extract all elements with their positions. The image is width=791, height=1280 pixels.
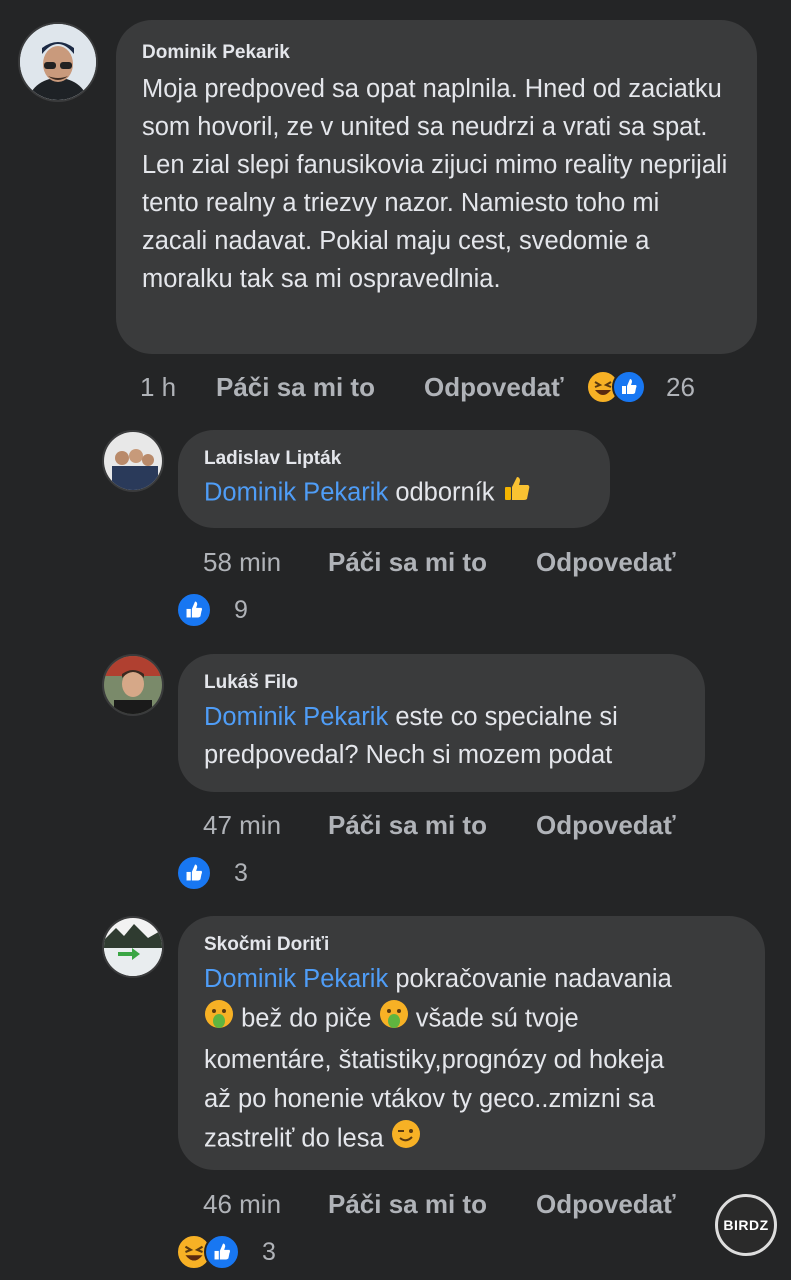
avatar-dominik-pekarik[interactable] [18, 22, 98, 102]
reply-button[interactable]: Odpovedať [424, 372, 586, 403]
reaction-count: 3 [234, 858, 248, 887]
comment-actions: 1 h Páči sa mi to Odpovedať 26 [140, 370, 695, 404]
comment-text: Moja predpoved sa opat naplnila. Hned od… [142, 75, 728, 293]
comment-bubble: Lukáš Filo Dominik Pekarik este co speci… [178, 654, 705, 792]
reaction-count: 9 [234, 595, 248, 624]
comment-body: predpovedal? Nech si mozem podat [204, 741, 613, 769]
comment-author[interactable]: Skočmi Doriťi [204, 934, 739, 956]
comment-time: 46 min [203, 1188, 282, 1219]
comment-actions: 47 min Páči sa mi to Odpovedať [203, 809, 676, 841]
comment-body: pokračovanie nadavania [395, 965, 672, 993]
comment-actions: 58 min Páči sa mi to Odpovedať [203, 546, 676, 578]
reactions[interactable]: 9 [176, 592, 248, 628]
like-button[interactable]: Páči sa mi to [216, 372, 424, 403]
comment-text: Dominik Pekarik este co specialne si pre… [204, 698, 679, 774]
avatar-ladislav-liptak[interactable] [102, 430, 164, 492]
reply-button[interactable]: Odpovedať [536, 1189, 676, 1220]
vomiting-face-emoji-icon [379, 999, 409, 1041]
profile-photo-icon [104, 918, 162, 976]
profile-photo-icon [20, 24, 96, 100]
comment-time: 1 h [140, 371, 177, 402]
comment-body: odborník [395, 478, 495, 507]
reactions[interactable]: 3 [176, 855, 248, 891]
comment-time: 58 min [203, 546, 282, 577]
winking-face-emoji-icon [391, 1119, 421, 1161]
watermark-logo: BIRDZ [715, 1194, 777, 1256]
reply-button[interactable]: Odpovedať [536, 810, 676, 841]
like-reaction-icon [612, 370, 646, 404]
comment-author[interactable]: Dominik Pekarik [142, 42, 731, 64]
profile-photo-icon [104, 656, 162, 714]
avatar-lukas-filo[interactable] [102, 654, 164, 716]
comment-actions: 46 min Páči sa mi to Odpovedať [203, 1188, 676, 1220]
reactions[interactable]: 3 [176, 1234, 276, 1270]
like-reaction-icon [176, 592, 212, 628]
profile-photo-icon [104, 432, 162, 490]
comment-author[interactable]: Ladislav Lipták [204, 448, 584, 470]
avatar-skocmi-doriti[interactable] [102, 916, 164, 978]
comment-body: este co specialne si [395, 703, 618, 731]
like-button[interactable]: Páči sa mi to [328, 547, 536, 578]
comment-body: všade sú tvoje [415, 1004, 579, 1033]
vomiting-face-emoji-icon [204, 999, 234, 1041]
comment-bubble: Skočmi Doriťi Dominik Pekarik pokračovan… [178, 916, 765, 1170]
comment-bubble: Ladislav Lipták Dominik Pekarik odborník [178, 430, 610, 528]
like-button[interactable]: Páči sa mi to [328, 810, 536, 841]
comment-text: Dominik Pekarik odborník [204, 474, 584, 514]
comment-text: Dominik Pekarik pokračovanie nadavania b… [204, 960, 739, 1161]
reaction-count: 26 [666, 371, 695, 402]
mention-link[interactable]: Dominik Pekarik [204, 965, 388, 993]
comment-author[interactable]: Lukáš Filo [204, 672, 679, 694]
comment-bubble: Dominik Pekarik Moja predpoved sa opat n… [116, 20, 757, 354]
comment-body: až po honenie vtákov ty geco..zmizni sa [204, 1085, 655, 1113]
thumbs-up-emoji-icon [502, 474, 532, 514]
reactions[interactable]: 26 [586, 370, 695, 404]
comment-body: komentáre, štatistiky,prognózy od hokeja [204, 1046, 665, 1074]
mention-link[interactable]: Dominik Pekarik [204, 703, 388, 731]
mention-link[interactable]: Dominik Pekarik [204, 479, 388, 507]
reply-button[interactable]: Odpovedať [536, 547, 676, 578]
like-button[interactable]: Páči sa mi to [328, 1189, 536, 1220]
reaction-count: 3 [262, 1237, 276, 1266]
like-reaction-icon [204, 1234, 240, 1270]
comment-time: 47 min [203, 809, 282, 840]
like-reaction-icon [176, 855, 212, 891]
comment-body: bež do piče [241, 1004, 372, 1033]
comment-body: zastreliť do lesa [204, 1124, 384, 1153]
